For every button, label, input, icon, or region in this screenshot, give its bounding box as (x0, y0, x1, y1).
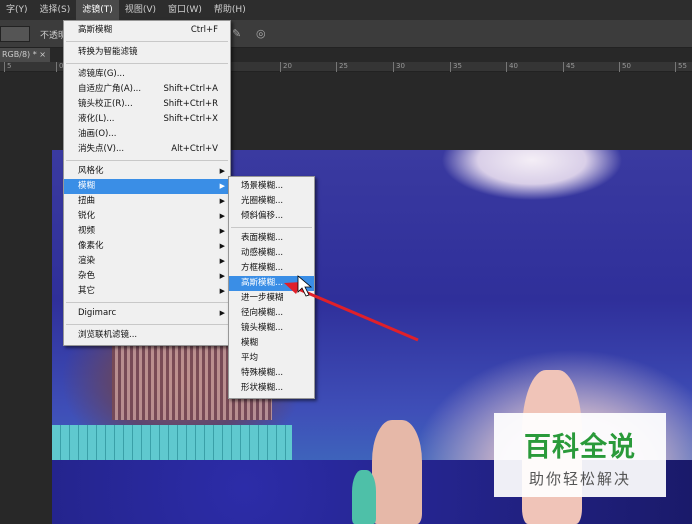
menu-item-lens-blur[interactable]: 镜头模糊... (229, 321, 314, 336)
ruler-tick: 50 (619, 62, 631, 72)
person (352, 470, 376, 524)
submenu-arrow-icon: ▶ (219, 167, 225, 175)
document-tab-label: RGB/8) * (2, 50, 37, 59)
menu-item-digimarc[interactable]: Digimarc ▶ (64, 306, 230, 321)
menu-item-video[interactable]: 视频 ▶ (64, 224, 230, 239)
submenu-arrow-icon: ▶ (219, 257, 225, 265)
submenu-arrow-icon: ▶ (219, 272, 225, 280)
blur-submenu: 场景模糊... 光圈模糊... 倾斜偏移... 表面模糊... 动感模糊... … (228, 176, 315, 399)
pressure-icon[interactable]: ◎ (256, 27, 270, 41)
menu-item-liquify[interactable]: 液化(L)... Shift+Ctrl+X (64, 112, 230, 127)
menu-item-pixelate[interactable]: 像素化 ▶ (64, 239, 230, 254)
menu-item-adaptive-wide-angle[interactable]: 自适应广角(A)... Shift+Ctrl+A (64, 82, 230, 97)
submenu-arrow-icon: ▶ (219, 309, 225, 317)
menu-item-browse-online[interactable]: 浏览联机滤镜... (64, 328, 230, 343)
menu-item-vanishing-point[interactable]: 消失点(V)... Alt+Ctrl+V (64, 142, 230, 157)
divider (66, 324, 228, 325)
person (372, 420, 422, 524)
menu-item-other[interactable]: 其它 ▶ (64, 284, 230, 299)
menu-bar: 字(Y) 选择(S) 滤镜(T) 视图(V) 窗口(W) 帮助(H) (0, 0, 692, 20)
menu-item-distort[interactable]: 扭曲 ▶ (64, 194, 230, 209)
divider (231, 227, 312, 228)
menu-item-noise[interactable]: 杂色 ▶ (64, 269, 230, 284)
close-tab-icon[interactable]: × (39, 50, 46, 59)
menu-item-last-filter[interactable]: 高斯模糊 Ctrl+F (64, 23, 230, 38)
divider (66, 63, 228, 64)
submenu-arrow-icon: ▶ (219, 287, 225, 295)
ruler-tick: 40 (506, 62, 518, 72)
submenu-arrow-icon: ▶ (219, 182, 225, 190)
menu-view[interactable]: 视图(V) (119, 0, 162, 20)
menu-item-lens-correction[interactable]: 镜头校正(R)... Shift+Ctrl+R (64, 97, 230, 112)
ruler-tick: 45 (563, 62, 575, 72)
menu-item-field-blur[interactable]: 场景模糊... (229, 179, 314, 194)
ruler-tick: 25 (336, 62, 348, 72)
menu-item-iris-blur[interactable]: 光圈模糊... (229, 194, 314, 209)
submenu-arrow-icon: ▶ (219, 212, 225, 220)
ruler-tick: 20 (280, 62, 292, 72)
divider (66, 160, 228, 161)
watermark-subtitle: 助你轻松解决 (528, 470, 631, 488)
submenu-arrow-icon: ▶ (219, 227, 225, 235)
menu-item-convert-smart[interactable]: 转换为智能滤镜 (64, 45, 230, 60)
ruler-tick: 55 (675, 62, 687, 72)
menu-item-smart-blur[interactable]: 特殊模糊... (229, 366, 314, 381)
ruler-tick: 30 (393, 62, 405, 72)
menu-item-filter-gallery[interactable]: 滤镜库(G)... (64, 67, 230, 82)
airbrush-icon[interactable]: ✎ (232, 27, 246, 41)
menu-type[interactable]: 字(Y) (0, 0, 34, 20)
divider (66, 302, 228, 303)
submenu-arrow-icon: ▶ (219, 197, 225, 205)
menu-item-average[interactable]: 平均 (229, 351, 314, 366)
menu-item-blur[interactable]: 模糊 ▶ (64, 179, 230, 194)
mode-select[interactable] (0, 26, 30, 42)
menu-item-stylize[interactable]: 风格化 ▶ (64, 164, 230, 179)
menu-item-blur-more[interactable]: 进一步模糊 (229, 291, 314, 306)
menu-item-oil-paint[interactable]: 油画(O)... (64, 127, 230, 142)
menu-item-tilt-shift[interactable]: 倾斜偏移... (229, 209, 314, 224)
menu-select[interactable]: 选择(S) (34, 0, 77, 20)
menu-item-radial-blur[interactable]: 径向模糊... (229, 306, 314, 321)
menu-item-sharpen[interactable]: 锐化 ▶ (64, 209, 230, 224)
ruler-tick: 35 (450, 62, 462, 72)
menu-item-surface-blur[interactable]: 表面模糊... (229, 231, 314, 246)
menu-window[interactable]: 窗口(W) (162, 0, 208, 20)
filter-menu: 高斯模糊 Ctrl+F 转换为智能滤镜 滤镜库(G)... 自适应广角(A)...… (63, 20, 231, 346)
watermark-title: 百科全说 (524, 432, 636, 463)
menu-help[interactable]: 帮助(H) (208, 0, 252, 20)
divider (66, 41, 228, 42)
menu-item-motion-blur[interactable]: 动感模糊... (229, 246, 314, 261)
submenu-arrow-icon: ▶ (219, 242, 225, 250)
menu-item-gaussian-blur[interactable]: 高斯模糊... (229, 276, 314, 291)
menu-item-blur[interactable]: 模糊 (229, 336, 314, 351)
ruler-tick: 5 (4, 62, 11, 72)
wall (52, 425, 292, 465)
menu-item-render[interactable]: 渲染 ▶ (64, 254, 230, 269)
menu-filter[interactable]: 滤镜(T) (76, 0, 119, 20)
menu-item-shape-blur[interactable]: 形状模糊... (229, 381, 314, 396)
watermark: 百科全说 助你轻松解决 (494, 413, 666, 497)
menu-item-box-blur[interactable]: 方框模糊... (229, 261, 314, 276)
document-tab[interactable]: RGB/8) * × (0, 48, 50, 62)
